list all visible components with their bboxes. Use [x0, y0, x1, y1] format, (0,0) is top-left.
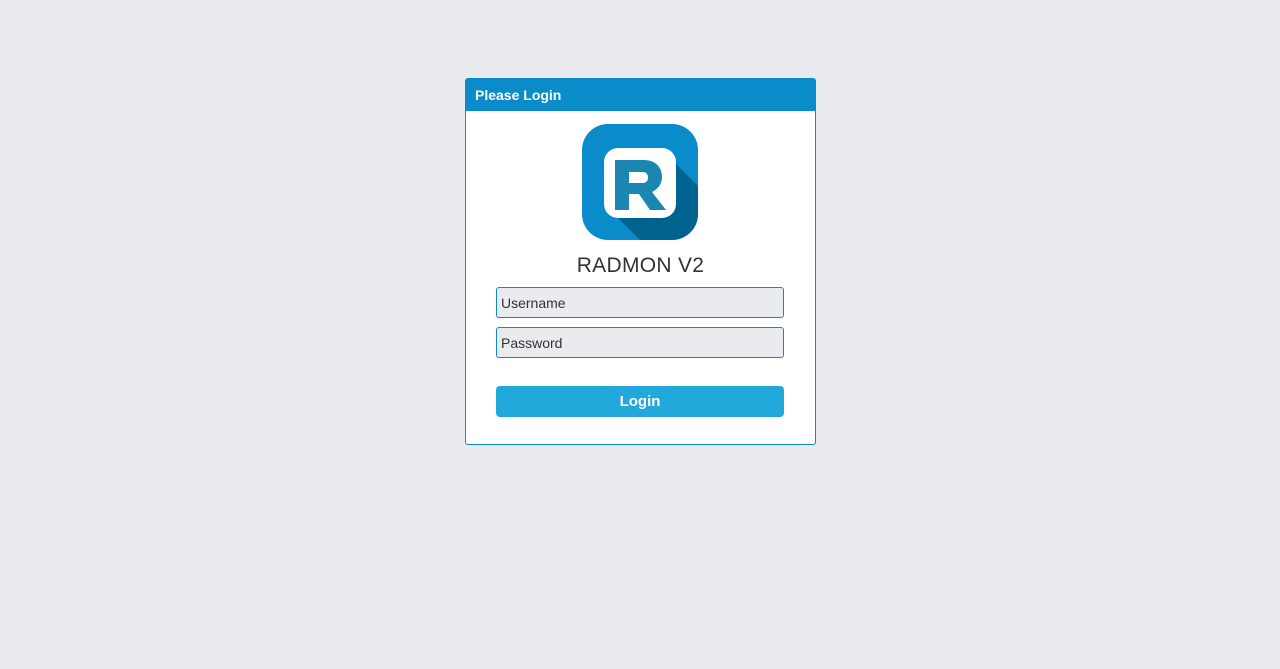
login-panel: Please Login RADMON V2 Username Login	[465, 78, 816, 445]
app-title: RADMON V2	[576, 254, 705, 277]
login-button[interactable]: Login	[496, 386, 784, 417]
username-input[interactable]	[496, 287, 784, 318]
radmon-logo-icon	[582, 124, 698, 240]
password-input[interactable]	[496, 327, 784, 358]
login-page: Please Login RADMON V2 Username Login	[0, 0, 1280, 669]
panel-header: Please Login	[466, 79, 815, 111]
